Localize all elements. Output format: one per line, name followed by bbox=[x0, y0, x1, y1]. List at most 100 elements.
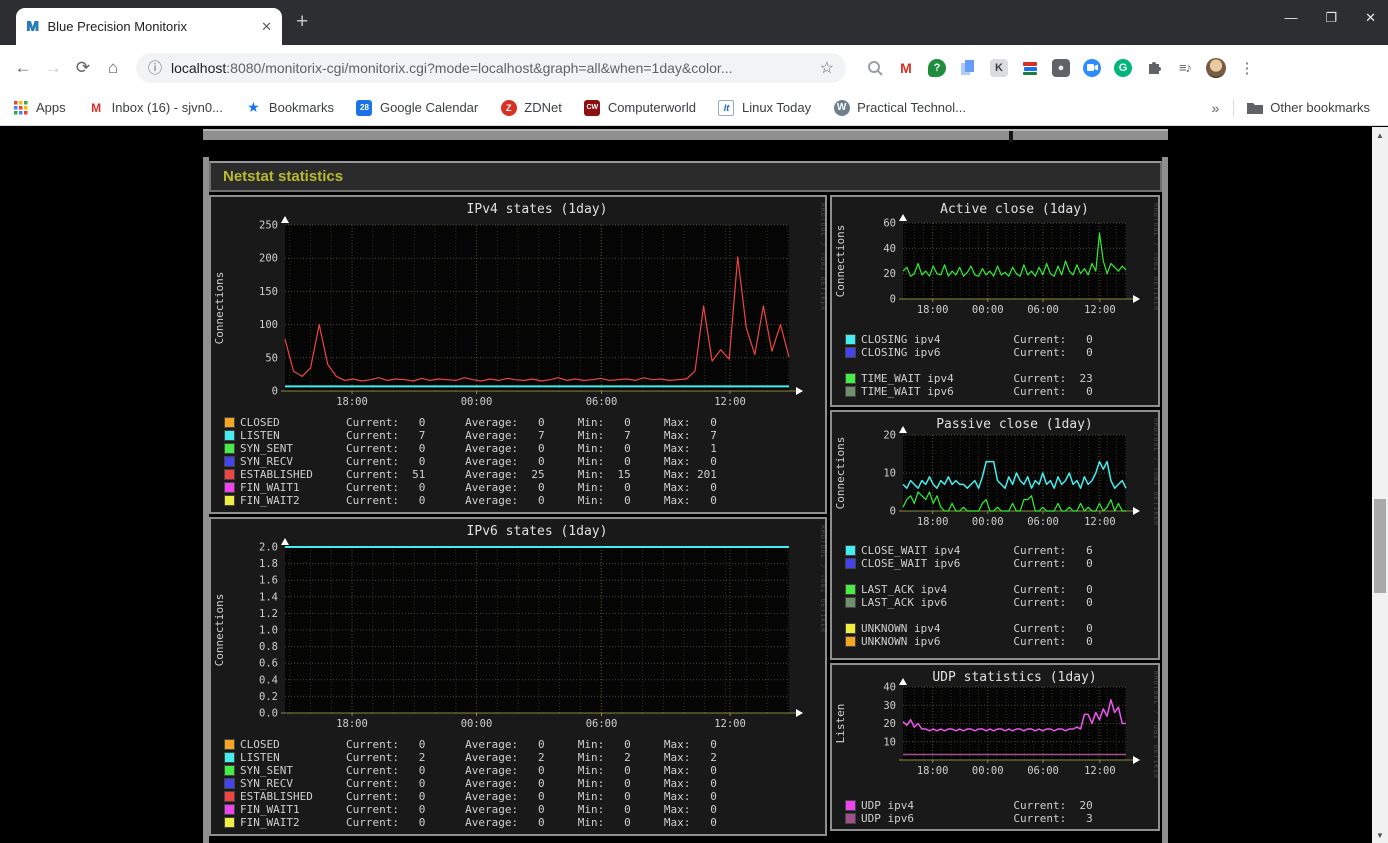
grammarly-icon[interactable]: G bbox=[1112, 57, 1134, 79]
legend-row: SYN_SENT Current: 0 Average: 0 Min: 0 Ma… bbox=[224, 442, 717, 455]
svg-text:0: 0 bbox=[890, 506, 896, 518]
scrollbar-thumb[interactable] bbox=[1374, 499, 1386, 593]
url-bar[interactable]: ⓘ localhost:8080/monitorix-cgi/monitorix… bbox=[136, 52, 846, 83]
legend-swatch bbox=[845, 558, 856, 569]
svg-text:12:00: 12:00 bbox=[1084, 304, 1116, 316]
legend-row: CLOSING ipv4 Current: 0 bbox=[845, 333, 1093, 346]
bookmark-item[interactable]: Z ZDNet bbox=[500, 99, 562, 116]
svg-text:Connections: Connections bbox=[834, 225, 847, 298]
bookmark-item[interactable]: W Practical Technol... bbox=[833, 99, 966, 116]
svg-text:20: 20 bbox=[883, 430, 896, 442]
svg-text:2.0: 2.0 bbox=[259, 542, 278, 554]
legend-swatch bbox=[224, 456, 235, 467]
help-chat-icon[interactable]: ? bbox=[926, 57, 948, 79]
contact-dark-icon[interactable]: ● bbox=[1050, 57, 1072, 79]
svg-text:Connections: Connections bbox=[213, 272, 226, 345]
new-tab-button[interactable]: + bbox=[296, 10, 308, 34]
svg-text:00:00: 00:00 bbox=[972, 516, 1004, 528]
url-text: localhost:8080/monitorix-cgi/monitorix.c… bbox=[171, 59, 733, 76]
profile-avatar[interactable] bbox=[1205, 57, 1227, 79]
playlist-icon[interactable]: ≡♪ bbox=[1174, 57, 1196, 79]
legend-swatch bbox=[224, 791, 235, 802]
browser-tab[interactable]: M Blue Precision Monitorix ✕ bbox=[16, 8, 282, 45]
legend-swatch bbox=[224, 739, 235, 750]
svg-text:18:00: 18:00 bbox=[336, 396, 368, 408]
zoom-video-icon[interactable] bbox=[1081, 57, 1103, 79]
legend-row: UDP ipv4 Current: 20 bbox=[845, 799, 1093, 812]
bookmark-item[interactable]: CW Computerworld bbox=[584, 99, 696, 116]
svg-text:0.6: 0.6 bbox=[259, 658, 278, 670]
bookmark-star-icon[interactable]: ☆ bbox=[820, 58, 834, 78]
svg-text:06:00: 06:00 bbox=[1027, 516, 1059, 528]
reload-button[interactable]: ⟳ bbox=[68, 58, 98, 78]
wordpress-icon: W bbox=[833, 99, 850, 116]
browser-menu-icon[interactable]: ⋮ bbox=[1236, 57, 1258, 79]
svg-text:RRDTOOL / TOBI OETIKER: RRDTOOL / TOBI OETIKER bbox=[819, 203, 825, 311]
legend-row: CLOSE_WAIT ipv6 Current: 0 bbox=[845, 557, 1093, 570]
bookmarks-bar: Apps M Inbox (16) - sjvn0... ★ Bookmarks 28 Go… bbox=[0, 90, 1388, 126]
legend-swatch bbox=[845, 623, 856, 634]
books-icon[interactable] bbox=[1019, 57, 1041, 79]
legend-row: LISTEN Current: 2 Average: 2 Min: 2 Max:… bbox=[224, 751, 717, 764]
legend-row: LAST_ACK ipv6 Current: 0 bbox=[845, 596, 1093, 609]
svg-text:0.4: 0.4 bbox=[259, 674, 278, 686]
svg-text:1.6: 1.6 bbox=[259, 575, 278, 587]
copy-docs-icon[interactable] bbox=[957, 57, 979, 79]
svg-text:06:00: 06:00 bbox=[586, 718, 618, 730]
other-bookmarks-button[interactable]: Other bookmarks bbox=[1246, 99, 1370, 116]
bookmark-item[interactable]: M Inbox (16) - sjvn0... bbox=[88, 99, 223, 116]
scrollbar-down-arrow[interactable]: ▼ bbox=[1372, 827, 1388, 843]
passive-close-panel: 0 10 20 18:00 00:00 06:00 12:00 Passive close (… bbox=[830, 410, 1160, 660]
page-scrollbar[interactable]: ▲ ▼ bbox=[1372, 127, 1388, 843]
legend-swatch bbox=[845, 597, 856, 608]
ipv6-legend: CLOSED Current: 0 Average: 0 Min: 0 Max:… bbox=[224, 738, 717, 829]
bookmark-item[interactable]: Apps bbox=[12, 99, 66, 116]
window-minimize-button[interactable]: — bbox=[1284, 10, 1297, 26]
legend-row: ESTABLISHED Current: 51 Average: 25 Min:… bbox=[224, 468, 717, 481]
svg-text:1.2: 1.2 bbox=[259, 608, 278, 620]
svg-text:00:00: 00:00 bbox=[461, 718, 493, 730]
folder-icon bbox=[1246, 99, 1263, 116]
svg-text:18:00: 18:00 bbox=[336, 718, 368, 730]
ipv4-panel: 0 50 100 150 200 250 18:00 00:00 06:00 12:00 IPv4 … bbox=[209, 195, 827, 514]
ipv6-panel: 0.0 0.2 0.4 0.6 0.8 1.0 1.2 1.4 1.6 1.8 2.0 18:00 00… bbox=[209, 517, 827, 836]
legend-swatch bbox=[845, 584, 856, 595]
gmail-icon: M bbox=[91, 100, 102, 115]
bookmark-item[interactable]: lt Linux Today bbox=[718, 99, 811, 116]
svg-text:00:00: 00:00 bbox=[972, 304, 1004, 316]
cw-icon: CW bbox=[584, 99, 601, 116]
home-button[interactable]: ⌂ bbox=[98, 58, 128, 78]
legend-row: SYN_RECV Current: 0 Average: 0 Min: 0 Ma… bbox=[224, 777, 717, 790]
svg-text:0.2: 0.2 bbox=[259, 691, 278, 703]
tab-close-icon[interactable]: ✕ bbox=[261, 19, 272, 35]
gmail-icon[interactable]: M bbox=[895, 57, 917, 79]
svg-text:RRDTOOL / TOBI OETIKER: RRDTOOL / TOBI OETIKER bbox=[1152, 671, 1158, 779]
extension-icons: M? K ● G ≡♪ ⋮ bbox=[864, 57, 1258, 79]
back-button[interactable]: ← bbox=[8, 58, 38, 78]
svg-text:12:00: 12:00 bbox=[1084, 516, 1116, 528]
linux-today-icon: lt bbox=[718, 99, 735, 116]
svg-text:1.4: 1.4 bbox=[259, 591, 278, 603]
svg-text:0: 0 bbox=[890, 294, 896, 306]
svg-text:0.8: 0.8 bbox=[259, 641, 278, 653]
bookmark-item[interactable]: ★ Bookmarks bbox=[245, 99, 334, 116]
search-icon[interactable] bbox=[864, 57, 886, 79]
bookmarks-overflow-button[interactable]: » bbox=[1212, 100, 1220, 116]
svg-text:12:00: 12:00 bbox=[714, 718, 746, 730]
scrollbar-up-arrow[interactable]: ▲ bbox=[1372, 127, 1388, 143]
apps-grid-icon bbox=[12, 99, 29, 116]
legend-swatch bbox=[845, 813, 856, 824]
legend-swatch bbox=[224, 752, 235, 763]
extensions-puzzle-icon[interactable] bbox=[1143, 57, 1165, 79]
legend-swatch bbox=[224, 495, 235, 506]
legend-row: TIME_WAIT ipv4 Current: 23 bbox=[845, 372, 1093, 385]
window-close-button[interactable]: ✕ bbox=[1365, 10, 1376, 26]
bookmark-item[interactable]: 28 Google Calendar bbox=[356, 99, 478, 116]
window-maximize-button[interactable]: ❐ bbox=[1325, 10, 1337, 26]
page-info-icon[interactable]: ⓘ bbox=[148, 58, 162, 78]
k-tile-icon[interactable]: K bbox=[988, 57, 1010, 79]
legend-row: UNKNOWN ipv4 Current: 0 bbox=[845, 622, 1093, 635]
legend-swatch bbox=[224, 417, 235, 428]
legend-row: CLOSED Current: 0 Average: 0 Min: 0 Max:… bbox=[224, 738, 717, 751]
svg-text:12:00: 12:00 bbox=[1084, 765, 1116, 777]
